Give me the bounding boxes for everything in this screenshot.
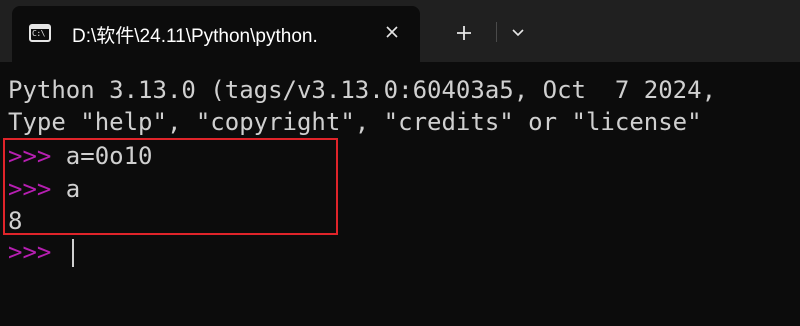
tab-title: D:\软件\24.11\Python\python. <box>72 26 318 47</box>
highlight-box <box>3 138 338 235</box>
plus-icon <box>457 26 471 40</box>
toolbar-divider <box>496 22 497 42</box>
new-tab-button[interactable] <box>447 16 481 50</box>
tab-close-button[interactable] <box>378 18 406 46</box>
current-prompt-line: >>> <box>8 236 51 268</box>
terminal-output[interactable]: Python 3.13.0 (tags/v3.13.0:60403a5, Oct… <box>0 62 800 326</box>
dropdown-button[interactable] <box>503 16 533 50</box>
tab-python[interactable]: C:\ D:\软件\24.11\Python\python. <box>12 6 420 62</box>
text-cursor <box>72 239 74 267</box>
terminal-window: C:\ D:\软件\24.11\Python\python. Python 3.… <box>0 0 800 326</box>
banner-line-2: Type "help", "copyright", "credits" or "… <box>8 108 702 136</box>
chevron-down-icon <box>512 29 524 37</box>
tab-strip: C:\ D:\软件\24.11\Python\python. <box>0 0 800 62</box>
close-icon <box>386 26 398 38</box>
banner-line-1: Python 3.13.0 (tags/v3.13.0:60403a5, Oct… <box>8 76 717 104</box>
command-prompt-icon: C:\ <box>29 24 51 42</box>
prompt: >>> <box>8 238 52 266</box>
